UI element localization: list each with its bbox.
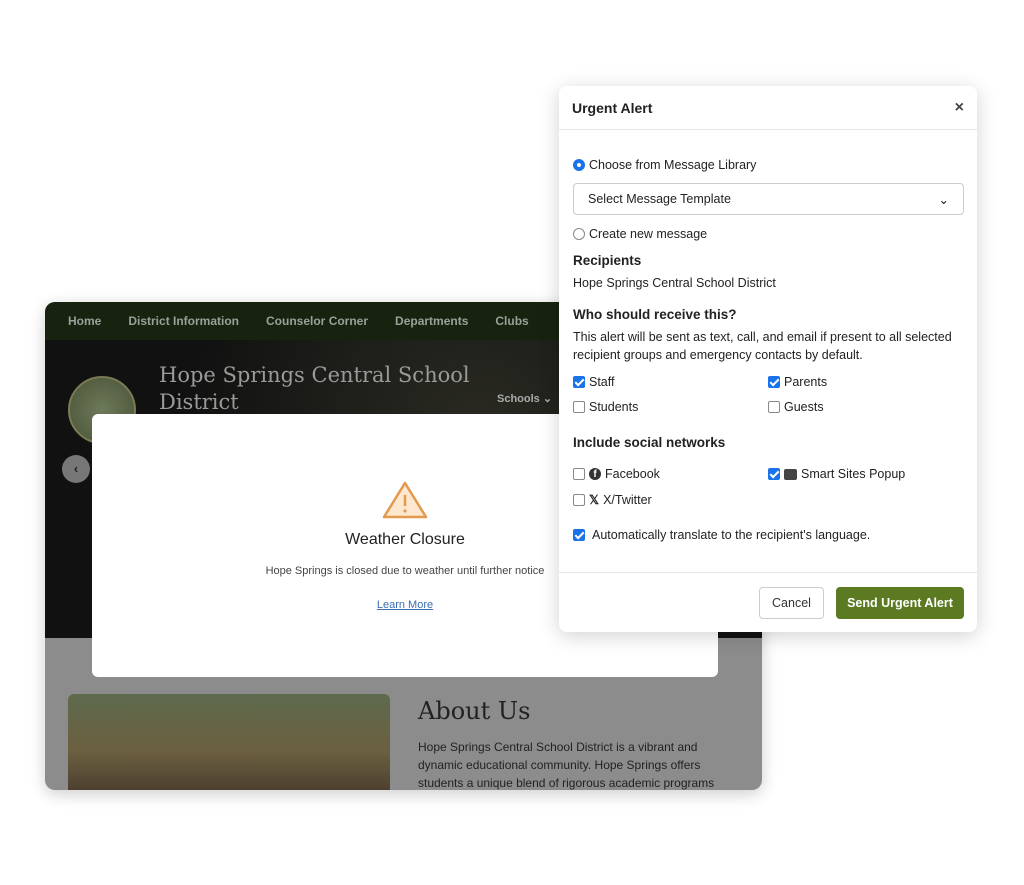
site-title: Hope Springs Central School District [159, 363, 470, 414]
urgent-alert-dialog: Urgent Alert × Choose from Message Librar… [559, 86, 977, 632]
schools-menu[interactable]: Schools ⌄ [497, 392, 552, 405]
checkbox-label: Parents [784, 375, 828, 389]
chevron-left-icon[interactable]: ‹ [62, 455, 90, 483]
checkbox-students[interactable]: Students [573, 400, 638, 414]
about-text: Hope Springs Central School District is … [418, 740, 715, 790]
radio-unselected[interactable] [573, 228, 585, 240]
checkbox-facebook[interactable]: f Facebook [573, 467, 660, 481]
checkbox-label: Smart Sites Popup [801, 467, 906, 481]
checkbox[interactable] [573, 376, 585, 388]
school-photo [68, 694, 390, 790]
checkbox[interactable] [768, 401, 780, 413]
recipients-value: Hope Springs Central School District [573, 276, 776, 290]
checkbox-label: X/Twitter [603, 492, 652, 507]
radio-message-library[interactable]: Choose from Message Library [573, 158, 756, 172]
social-heading: Include social networks [573, 435, 726, 450]
message-template-select[interactable]: Select Message Template ⌄ [573, 183, 964, 215]
who-text: This alert will be sent as text, call, a… [573, 330, 952, 362]
recipients-heading: Recipients [573, 253, 642, 268]
checkbox-staff[interactable]: Staff [573, 375, 614, 389]
nav-departments[interactable]: Departments [395, 314, 468, 328]
checkbox[interactable] [573, 401, 585, 413]
checkbox-label: Automatically translate to the recipient… [592, 528, 871, 542]
radio-label: Create new message [589, 227, 708, 241]
checkbox[interactable] [573, 529, 585, 541]
who-heading: Who should receive this? [573, 307, 737, 322]
checkbox-label: Staff [589, 375, 615, 389]
about-title: About Us [418, 697, 531, 725]
radio-new-message[interactable]: Create new message [573, 227, 707, 241]
facebook-icon: f [589, 468, 601, 480]
radio-selected[interactable] [573, 159, 585, 171]
newspaper-icon [784, 468, 797, 480]
nav-counselor-corner[interactable]: Counselor Corner [266, 314, 368, 328]
schools-label: Schools [497, 393, 540, 405]
chevron-down-icon: ⌄ [542, 393, 553, 405]
warning-triangle-icon [382, 481, 428, 519]
checkbox-label: Facebook [605, 467, 660, 481]
select-value: Select Message Template [588, 192, 731, 206]
checkbox-label: Students [589, 400, 639, 414]
checkbox-parents[interactable]: Parents [768, 375, 827, 389]
dialog-title: Urgent Alert [572, 99, 653, 116]
dialog-footer-divider [559, 572, 977, 573]
nav-clubs[interactable]: Clubs [495, 314, 528, 328]
checkbox[interactable] [768, 376, 780, 388]
checkbox-auto-translate[interactable]: Automatically translate to the recipient… [573, 528, 870, 542]
checkbox-x-twitter[interactable]: 𝕏 X/Twitter [573, 492, 652, 507]
send-urgent-alert-button[interactable]: Send Urgent Alert [836, 587, 964, 619]
learn-more-link[interactable]: Learn More [377, 599, 433, 611]
checkbox-smart-sites-popup[interactable]: Smart Sites Popup [768, 467, 905, 481]
checkbox[interactable] [768, 468, 780, 480]
radio-label: Choose from Message Library [589, 158, 757, 172]
nav-home[interactable]: Home [68, 314, 101, 328]
nav-district-information[interactable]: District Information [128, 314, 239, 328]
checkbox-label: Guests [784, 400, 824, 414]
x-twitter-icon: 𝕏 [589, 493, 600, 507]
chevron-down-icon: ⌄ [938, 192, 949, 207]
checkbox[interactable] [573, 493, 585, 506]
close-icon[interactable]: × [955, 99, 964, 117]
checkbox[interactable] [573, 468, 585, 480]
cancel-button[interactable]: Cancel [759, 587, 824, 619]
checkbox-guests[interactable]: Guests [768, 400, 824, 414]
